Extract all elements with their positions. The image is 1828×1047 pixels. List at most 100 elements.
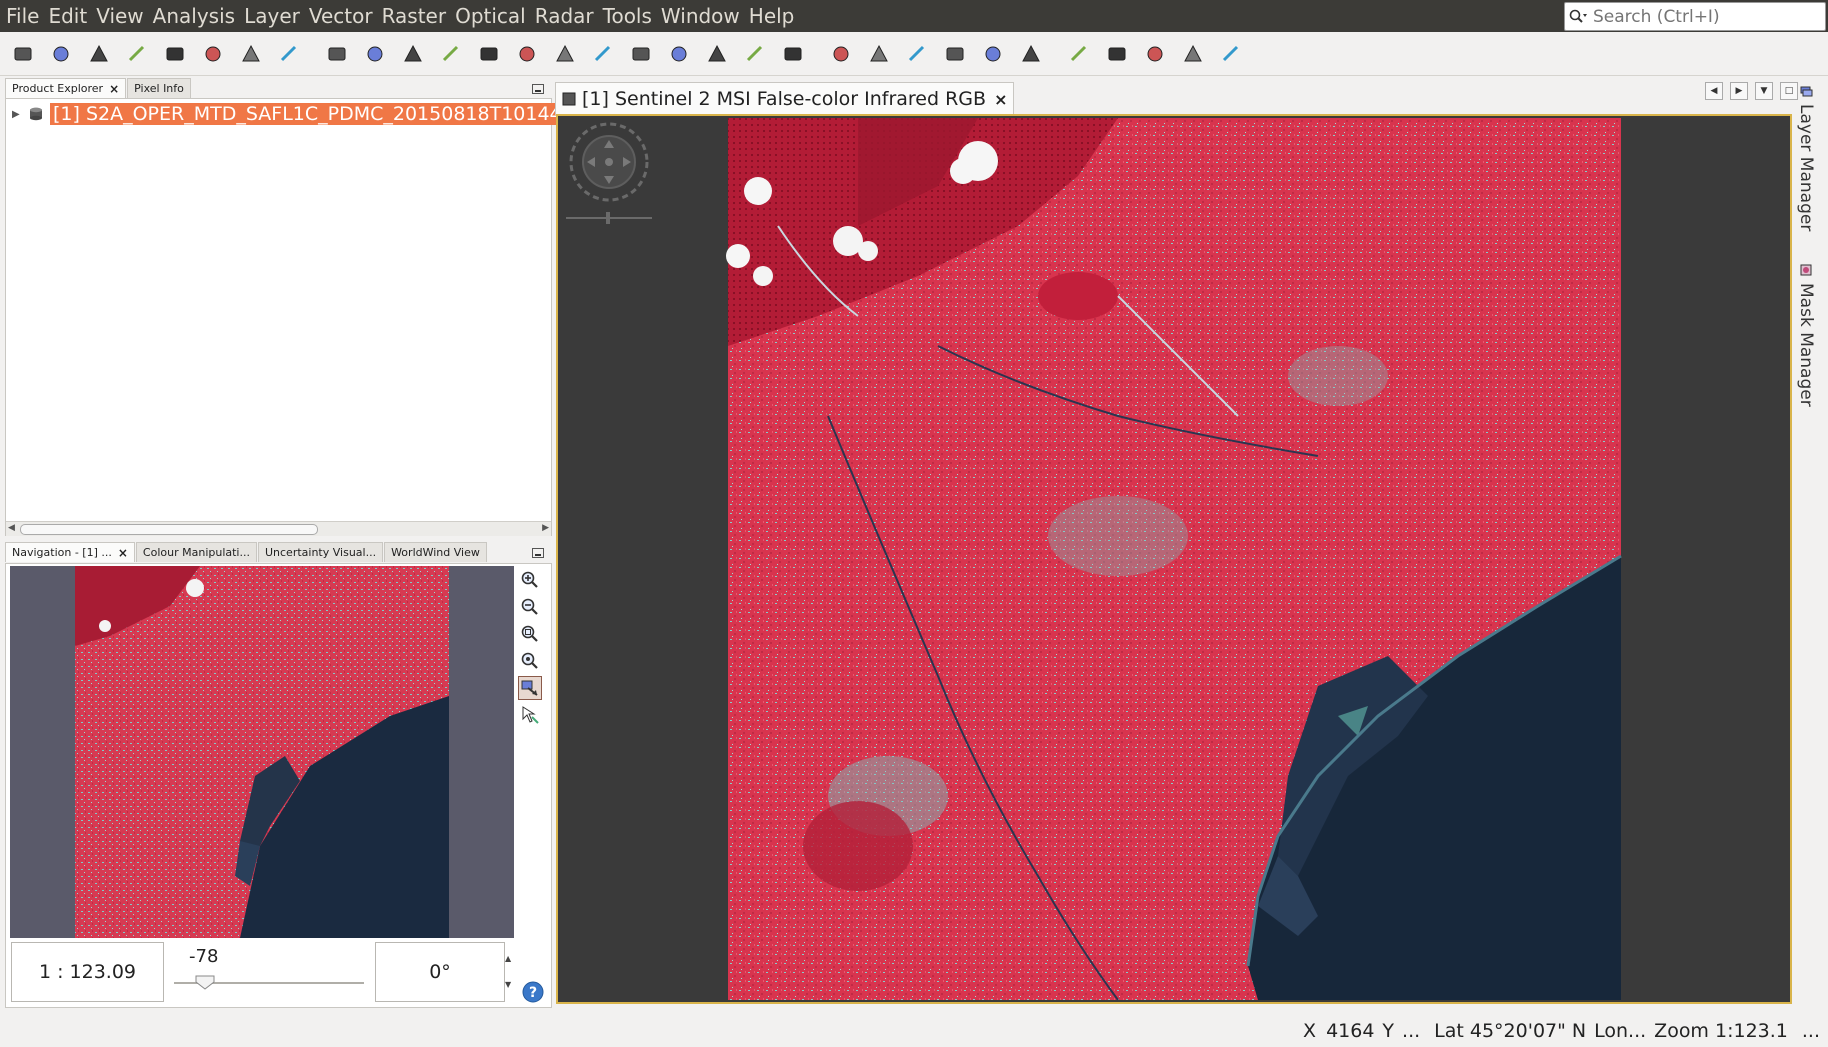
tile-evenly-button[interactable] xyxy=(940,39,970,69)
menu-analysis[interactable]: Analysis xyxy=(150,4,238,28)
tile-grid-button[interactable] xyxy=(902,39,932,69)
polyline-drawing-button[interactable] xyxy=(550,39,580,69)
zoom-all-icon xyxy=(521,652,538,669)
save-product-button[interactable] xyxy=(46,39,76,69)
range-finder-button[interactable] xyxy=(740,39,770,69)
menu-file[interactable]: File xyxy=(3,4,42,28)
scale-field[interactable]: 1 : 123.09 xyxy=(11,942,164,1002)
minimize-icon[interactable] xyxy=(532,548,544,558)
band-maths-button[interactable] xyxy=(1140,39,1170,69)
spin-up-icon[interactable]: ▲ xyxy=(505,954,511,963)
pan-tool-button[interactable] xyxy=(360,39,390,69)
ruler-button[interactable] xyxy=(778,39,808,69)
tab-colour-label: Colour Manipulati... xyxy=(142,546,250,559)
zoom-tool-button[interactable] xyxy=(398,39,428,69)
help-icon[interactable]: ? xyxy=(521,980,545,1004)
line-drawing-button[interactable] xyxy=(512,39,542,69)
tab-pixel-info[interactable]: Pixel Info xyxy=(127,78,191,98)
spectrum-button[interactable] xyxy=(1102,39,1132,69)
zoom-slider-thumb[interactable] xyxy=(194,974,216,990)
expand-arrow-icon[interactable]: ▶ xyxy=(12,109,24,120)
menu-view[interactable]: View xyxy=(93,4,146,28)
product-node[interactable]: ▶ [1] S2A_OPER_MTD_SAFL1C_PDMC_20150818T… xyxy=(12,103,577,125)
rectangle-drawing-button[interactable] xyxy=(588,39,618,69)
explorer-tab-bar: Product Explorer × Pixel Info xyxy=(5,78,192,98)
navigation-compass[interactable] xyxy=(564,120,654,230)
layer-manager-tab[interactable]: Layer Manager xyxy=(1796,84,1816,231)
product-node-label[interactable]: [1] S2A_OPER_MTD_SAFL1C_PDMC_20150818T10… xyxy=(50,103,577,125)
worldwind-icon xyxy=(1070,45,1087,62)
image-view-tab[interactable]: [1] Sentinel 2 MSI False-color Infrared … xyxy=(555,82,1015,115)
magic-wand-button[interactable] xyxy=(702,39,732,69)
gcp-manager-button[interactable] xyxy=(236,39,266,69)
pin-placing-button[interactable] xyxy=(436,39,466,69)
menu-optical[interactable]: Optical xyxy=(452,4,529,28)
gcp-placing-button[interactable] xyxy=(474,39,504,69)
binary-button[interactable] xyxy=(1178,39,1208,69)
image-view[interactable] xyxy=(556,114,1792,1004)
menu-help[interactable]: Help xyxy=(746,4,798,28)
sync-cursor-button[interactable] xyxy=(518,703,542,727)
navigation-overview[interactable] xyxy=(10,566,514,938)
search-input[interactable] xyxy=(1591,5,1815,28)
close-icon[interactable]: × xyxy=(994,90,1007,109)
tab-worldwind[interactable]: WorldWind View xyxy=(384,542,487,562)
menu-edit[interactable]: Edit xyxy=(45,4,90,28)
close-icon[interactable]: × xyxy=(118,546,128,560)
ellipse-drawing-button[interactable] xyxy=(664,39,694,69)
world-map-button[interactable] xyxy=(274,39,304,69)
sync-cursor-button[interactable] xyxy=(1016,39,1046,69)
previous-tab-icon[interactable]: ◀ xyxy=(1705,82,1723,100)
select-tool-button[interactable] xyxy=(322,39,352,69)
scroll-thumb[interactable] xyxy=(20,524,318,535)
tab-product-explorer[interactable]: Product Explorer × xyxy=(5,78,127,98)
scroll-right-icon[interactable]: ▶ xyxy=(542,523,549,533)
open-session-button[interactable] xyxy=(122,39,152,69)
colour-button[interactable] xyxy=(1216,39,1246,69)
menu-window[interactable]: Window xyxy=(658,4,743,28)
tab-colour-manipulation[interactable]: Colour Manipulati... xyxy=(135,542,257,562)
tab-uncertainty[interactable]: Uncertainty Visual... xyxy=(257,542,384,562)
close-icon[interactable]: × xyxy=(109,82,119,96)
rotation-field[interactable]: 0° xyxy=(375,942,505,1002)
save-product-icon xyxy=(53,46,69,62)
zoom-out-button[interactable] xyxy=(518,595,542,619)
menu-tools[interactable]: Tools xyxy=(600,4,655,28)
sync-views-button[interactable] xyxy=(518,676,542,700)
mask-manager-tab[interactable]: Mask Manager xyxy=(1796,263,1816,407)
spin-down-icon[interactable]: ▼ xyxy=(505,980,511,989)
product-library-button[interactable] xyxy=(84,39,114,69)
menu-raster[interactable]: Raster xyxy=(379,4,450,28)
horizontal-scrollbar[interactable]: ◀ ▶ xyxy=(6,521,551,536)
search-box[interactable] xyxy=(1564,2,1826,31)
menu-vector[interactable]: Vector xyxy=(306,4,376,28)
zoom-all-button[interactable] xyxy=(518,649,542,673)
sync-views-button[interactable] xyxy=(978,39,1008,69)
zoom-in-button[interactable] xyxy=(518,568,542,592)
tab-list-icon[interactable]: ▼ xyxy=(1755,82,1773,100)
tile-vertical-button[interactable] xyxy=(864,39,894,69)
open-product-icon xyxy=(14,47,32,61)
gcp-manager-icon xyxy=(242,44,260,62)
tile-horizontal-button[interactable] xyxy=(826,39,856,69)
worldwind-button[interactable] xyxy=(1064,39,1094,69)
minimize-icon[interactable] xyxy=(532,84,544,94)
polygon-drawing-button[interactable] xyxy=(626,39,656,69)
rotation-spinner[interactable]: ▲ ▼ xyxy=(503,942,515,1000)
tab-uncertainty-label: Uncertainty Visual... xyxy=(264,546,377,559)
next-tab-icon[interactable]: ▶ xyxy=(1730,82,1748,100)
polygon-drawing-icon xyxy=(632,47,650,61)
zoom-default-button[interactable] xyxy=(518,622,542,646)
pin-manager-button[interactable] xyxy=(198,39,228,69)
graticule-button[interactable] xyxy=(160,39,190,69)
colour-icon xyxy=(1222,45,1239,62)
rectangle-drawing-icon xyxy=(594,45,611,62)
menu-radar[interactable]: Radar xyxy=(532,4,597,28)
ellipse-drawing-icon xyxy=(671,46,687,62)
menu-layer[interactable]: Layer xyxy=(241,4,303,28)
zoom-default-icon xyxy=(521,625,538,642)
open-product-button[interactable] xyxy=(8,39,38,69)
zoom-tool-icon xyxy=(404,44,422,62)
scroll-left-icon[interactable]: ◀ xyxy=(8,523,15,533)
tab-navigation[interactable]: Navigation - [1] ... × xyxy=(5,542,135,562)
